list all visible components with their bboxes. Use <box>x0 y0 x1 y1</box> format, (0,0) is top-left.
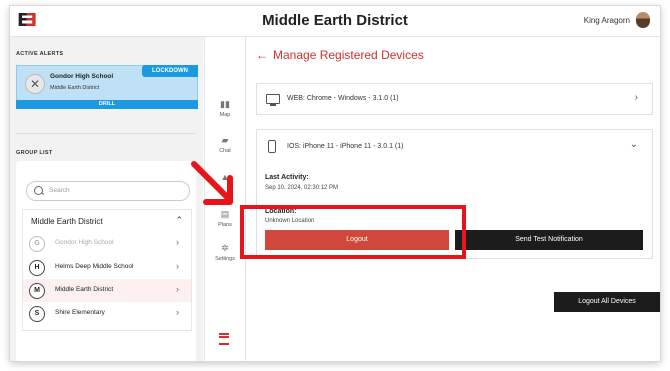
group-item-shire[interactable]: S Shire Elementary › <box>23 302 191 325</box>
initial-badge: G <box>29 236 45 252</box>
group-item-gondor[interactable]: G Gondor High School › <box>23 232 191 255</box>
lockdown-badge: LOCKDOWN <box>142 65 198 77</box>
group-item-label: Middle Earth District <box>55 286 114 293</box>
group-item-label: Gondor High School <box>55 239 114 246</box>
chat-icon: ▰ <box>221 135 229 145</box>
highlight-box <box>240 205 466 259</box>
group-item-helms-deep[interactable]: H Helms Deep Middle School › <box>23 256 191 279</box>
chevron-right-icon: › <box>634 92 638 103</box>
top-header: EE Middle Earth District King Aragorn <box>10 6 660 37</box>
back-arrow-icon: ← <box>256 48 268 62</box>
user-name: King Aragorn <box>583 15 630 25</box>
search-icon <box>34 186 43 195</box>
initial-badge: S <box>29 306 45 322</box>
chevron-right-icon: › <box>176 237 179 247</box>
active-alert-card[interactable]: ✕ Gondor High School Middle Earth Distri… <box>16 65 198 109</box>
main-content: ← Manage Registered Devices WEB: Chrome -… <box>246 37 660 361</box>
left-panel: ACTIVE ALERTS ✕ Gondor High School Middl… <box>10 37 203 361</box>
group-list: Search Middle Earth District ⌃ G Gondor … <box>16 161 196 361</box>
user-menu[interactable]: King Aragorn <box>584 12 650 28</box>
divider <box>16 133 196 134</box>
app-window: EE Middle Earth District King Aragorn AC… <box>10 6 660 361</box>
last-activity-label: Last Activity: <box>265 174 309 181</box>
chevron-down-icon[interactable]: ⌄ <box>630 139 638 150</box>
alert-district: Middle Earth District <box>50 85 100 91</box>
menu-icon[interactable] <box>219 333 229 345</box>
logout-all-devices-button[interactable]: Logout All Devices <box>554 292 660 312</box>
alert-school: Gondor High School <box>50 73 114 80</box>
device-label: WEB: Chrome - Windows - 3.1.0 (1) <box>287 95 399 102</box>
group-item-label: Helms Deep Middle School <box>55 263 134 270</box>
initial-badge: M <box>29 283 45 299</box>
group-header[interactable]: Middle Earth District ⌃ <box>23 210 191 232</box>
chevron-right-icon: › <box>176 284 179 294</box>
search-placeholder: Search <box>49 187 70 194</box>
active-alerts-heading: ACTIVE ALERTS <box>16 51 64 57</box>
arrow-annotation <box>191 161 233 205</box>
monitor-icon <box>266 94 280 106</box>
device-row-web[interactable]: WEB: Chrome - Windows - 3.1.0 (1) › <box>256 83 653 115</box>
group-name: Middle Earth District <box>31 217 103 226</box>
group-item-middle-earth[interactable]: M Middle Earth District › <box>23 279 191 302</box>
search-input[interactable]: Search <box>26 181 190 201</box>
gear-icon: ✲ <box>221 243 229 253</box>
initial-badge: H <box>29 260 45 276</box>
group-item-label: Shire Elementary <box>55 309 105 316</box>
lockdown-icon: ✕ <box>25 74 45 94</box>
avatar[interactable] <box>636 12 650 28</box>
chevron-right-icon: › <box>176 307 179 317</box>
page-title: Middle Earth District <box>262 12 408 29</box>
nav-map[interactable]: ▮▮ Map <box>205 99 245 118</box>
send-test-notification-button[interactable]: Send Test Notification <box>455 230 643 250</box>
phone-icon <box>268 140 276 153</box>
drill-banner: DRILL <box>16 100 198 109</box>
nav-settings[interactable]: ✲ Settings <box>205 243 245 262</box>
back-link[interactable]: ← Manage Registered Devices <box>256 48 424 62</box>
device-label[interactable]: IOS: iPhone 11 - iPhone 11 - 3.0.1 (1) <box>287 143 403 150</box>
chevron-right-icon: › <box>176 261 179 271</box>
page-heading: Manage Registered Devices <box>273 48 424 62</box>
group-list-heading: GROUP LIST <box>16 150 53 156</box>
last-activity-value: Sep 10, 2024, 02:30:12 PM <box>265 185 339 191</box>
map-icon: ▮▮ <box>220 99 230 109</box>
group-middle-earth: Middle Earth District ⌃ G Gondor High Sc… <box>22 209 192 331</box>
